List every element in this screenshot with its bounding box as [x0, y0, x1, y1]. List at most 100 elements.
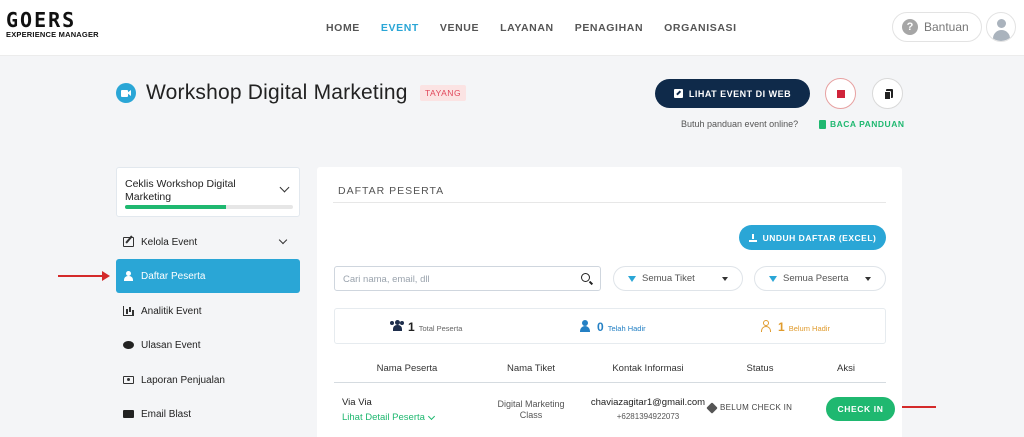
participant-filter-value: Semua Peserta [783, 273, 849, 284]
column-header: Status [746, 363, 774, 374]
mail-icon [123, 410, 134, 418]
tag-icon [706, 401, 718, 414]
stop-event-button[interactable] [825, 78, 856, 109]
chart-icon [123, 306, 134, 316]
caret-down-icon [865, 277, 871, 281]
nav-organisasi[interactable]: ORGANISASI [664, 22, 737, 34]
sidebar-item-kelola-event[interactable]: Kelola Event [116, 225, 300, 259]
sidebar-item-label: Laporan Penjualan [141, 374, 225, 386]
detail-label: Lihat Detail Peserta [342, 412, 425, 423]
filter-icon [769, 275, 777, 282]
search-box [334, 266, 601, 291]
participant-name: Via Via [342, 397, 372, 408]
chevron-down-icon [278, 235, 288, 245]
sidebar-item-label: Email Blast [141, 408, 192, 420]
stat-attended-label: Telah Hadir [607, 324, 646, 333]
user-icon [579, 320, 593, 332]
users-icon [123, 271, 134, 281]
nav-venue[interactable]: VENUE [440, 22, 479, 34]
help-button[interactable]: ? Bantuan [892, 12, 982, 42]
read-guide-label: BACA PANDUAN [830, 119, 905, 129]
stat-total: 1 Total Peserta [390, 320, 462, 334]
column-header: Aksi [837, 363, 855, 374]
participant-filter-dropdown[interactable]: Semua Peserta [754, 266, 886, 291]
logo-main-text: GOERS [6, 8, 77, 32]
checklist-title: Ceklis Workshop Digital Marketing [125, 178, 236, 203]
top-navigation-bar: GOERS EXPERIENCE MANAGER HOME EVENT VENU… [0, 0, 1024, 56]
sidebar-item-label: Kelola Event [141, 236, 198, 248]
checklist-progress-fill [125, 205, 226, 209]
sidebar-item-analitik-event[interactable]: Analitik Event [116, 294, 300, 328]
table-header: Nama Peserta Nama Tiket Kontak Informasi… [334, 355, 886, 383]
nav-home[interactable]: HOME [326, 22, 360, 34]
column-header: Kontak Informasi [612, 363, 684, 374]
stat-attended: 0 Telah Hadir [579, 320, 646, 334]
stat-not-attended-value: 1 [778, 320, 785, 334]
participant-stats: 1 Total Peserta 0 Telah Hadir 1 Belum Ha… [334, 308, 886, 344]
column-header: Nama Peserta [376, 363, 438, 374]
ticket-name: Digital Marketing Class [480, 399, 582, 421]
ticket-name-line: Class [519, 410, 543, 420]
nav-layanan[interactable]: LAYANAN [500, 22, 554, 34]
search-input[interactable] [343, 272, 573, 286]
check-in-button[interactable]: CHECK IN [826, 397, 895, 421]
user-icon [997, 19, 1006, 28]
download-icon [748, 233, 757, 242]
checkin-status-label: BELUM CHECK IN [720, 403, 793, 412]
logo-sub-text: EXPERIENCE MANAGER [6, 30, 99, 39]
main-nav: HOME EVENT VENUE LAYANAN PENAGIHAN ORGAN… [326, 22, 737, 34]
checklist-progress-bar [125, 205, 293, 209]
stop-icon [837, 90, 845, 98]
duplicate-event-button[interactable] [872, 78, 903, 109]
question-icon: ? [902, 19, 918, 35]
money-icon [123, 376, 134, 384]
goers-logo[interactable]: GOERS EXPERIENCE MANAGER [6, 10, 99, 39]
book-icon [819, 119, 826, 129]
participant-list-panel: DAFTAR PESERTA UNDUH DAFTAR (EXCEL) Semu… [317, 167, 902, 437]
group-icon [390, 320, 404, 331]
stat-not-attended: 1 Belum Hadir [760, 320, 830, 334]
view-event-web-button[interactable]: LIHAT EVENT DI WEB [655, 79, 810, 108]
ticket-filter-dropdown[interactable]: Semua Tiket [613, 266, 743, 291]
table-row: Via Via Lihat Detail Peserta Digital Mar… [334, 385, 895, 437]
user-avatar[interactable] [986, 12, 1016, 42]
ticket-filter-value: Semua Tiket [642, 273, 695, 284]
search-icon[interactable] [581, 273, 590, 282]
nav-event[interactable]: EVENT [381, 22, 419, 34]
external-link-icon [673, 89, 683, 98]
comment-icon [123, 341, 134, 349]
sidebar-item-label: Ulasan Event [141, 339, 201, 351]
stat-total-value: 1 [408, 320, 415, 334]
checkin-status: BELUM CHECK IN [706, 401, 793, 414]
status-badge: TAYANG [420, 85, 467, 101]
view-event-web-label: LIHAT EVENT DI WEB [688, 88, 792, 99]
download-label: UNDUH DAFTAR (EXCEL) [762, 232, 877, 243]
sidebar-item-email-blast[interactable]: Email Blast [116, 397, 300, 431]
sidebar-item-daftar-peserta[interactable]: Daftar Peserta [116, 259, 300, 293]
section-title: DAFTAR PESERTA [338, 185, 445, 197]
participant-detail-link[interactable]: Lihat Detail Peserta [342, 412, 435, 423]
read-guide-link[interactable]: BACA PANDUAN [819, 119, 904, 129]
event-title: Workshop Digital Marketing [146, 81, 408, 104]
event-checklist-card[interactable]: Ceklis Workshop Digital Marketing [116, 167, 300, 217]
stat-attended-value: 0 [597, 320, 604, 334]
stat-total-label: Total Peserta [418, 324, 463, 333]
column-header: Nama Tiket [506, 363, 556, 374]
download-excel-button[interactable]: UNDUH DAFTAR (EXCEL) [739, 225, 886, 250]
sidebar-item-label: Daftar Peserta [141, 270, 206, 282]
chevron-down-icon [427, 412, 435, 420]
chevron-down-icon[interactable] [279, 182, 290, 193]
participant-phone: +6281394922073 [616, 412, 680, 421]
participant-email: chaviazagitar1@gmail.com [590, 397, 706, 408]
ticket-name-line: Digital Marketing [497, 399, 565, 409]
sidebar-item-laporan-penjualan[interactable]: Laporan Penjualan [116, 363, 300, 397]
sidebar-item-ulasan-event[interactable]: Ulasan Event [116, 328, 300, 362]
edit-icon [123, 237, 134, 247]
nav-penagihan[interactable]: PENAGIHAN [575, 22, 643, 34]
help-label: Bantuan [924, 20, 969, 34]
filter-icon [628, 275, 636, 282]
caret-down-icon [722, 277, 728, 281]
stat-not-attended-label: Belum Hadir [788, 324, 830, 333]
sidebar-item-label: Analitik Event [141, 305, 202, 317]
annotation-arrow-right-icon [58, 271, 110, 281]
